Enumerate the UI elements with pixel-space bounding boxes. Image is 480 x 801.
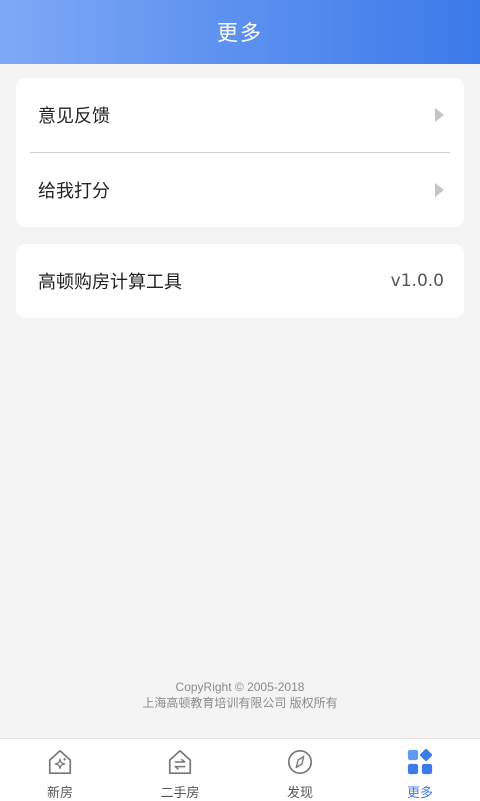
new-house-icon bbox=[48, 749, 72, 775]
second-hand-house-icon bbox=[168, 749, 192, 775]
tab-more[interactable]: 更多 bbox=[360, 739, 480, 801]
app-header: 更多 bbox=[0, 0, 480, 64]
tab-label: 二手房 bbox=[160, 786, 200, 801]
menu-item-label: 意见反馈 bbox=[38, 106, 110, 127]
menu-item-feedback[interactable]: 意见反馈 bbox=[16, 78, 464, 152]
compass-icon bbox=[287, 749, 313, 775]
copyright-line: CopyRight © 2005-2018 bbox=[175, 680, 305, 694]
company-line: 上海高顿教育培训有限公司 版权所有 bbox=[142, 696, 338, 710]
app-name: 高顿购房计算工具 bbox=[38, 272, 182, 293]
menu-item-rate[interactable]: 给我打分 bbox=[16, 153, 464, 227]
app-info-row: 高顿购房计算工具 v1.0.0 bbox=[16, 244, 464, 318]
page-title: 更多 bbox=[217, 21, 263, 45]
app-version: v1.0.0 bbox=[390, 271, 444, 291]
chevron-right-icon bbox=[435, 108, 444, 122]
menu-card: 意见反馈 给我打分 bbox=[16, 78, 464, 227]
tab-second-hand-house[interactable]: 二手房 bbox=[120, 739, 240, 801]
app-info-card: 高顿购房计算工具 v1.0.0 bbox=[16, 244, 464, 318]
tab-label: 发现 bbox=[286, 786, 313, 801]
tab-label: 新房 bbox=[46, 786, 73, 801]
bottom-tab-bar: 新房 二手房 发现 更多 bbox=[0, 738, 480, 801]
tab-new-house[interactable]: 新房 bbox=[0, 739, 120, 801]
tab-label: 更多 bbox=[406, 786, 433, 801]
menu-item-label: 给我打分 bbox=[38, 181, 110, 202]
tab-discover[interactable]: 发现 bbox=[240, 739, 360, 801]
copyright-footer: CopyRight © 2005-2018 上海高顿教育培训有限公司 版权所有 bbox=[0, 679, 480, 711]
more-grid-icon bbox=[407, 748, 433, 775]
chevron-right-icon bbox=[435, 183, 444, 197]
